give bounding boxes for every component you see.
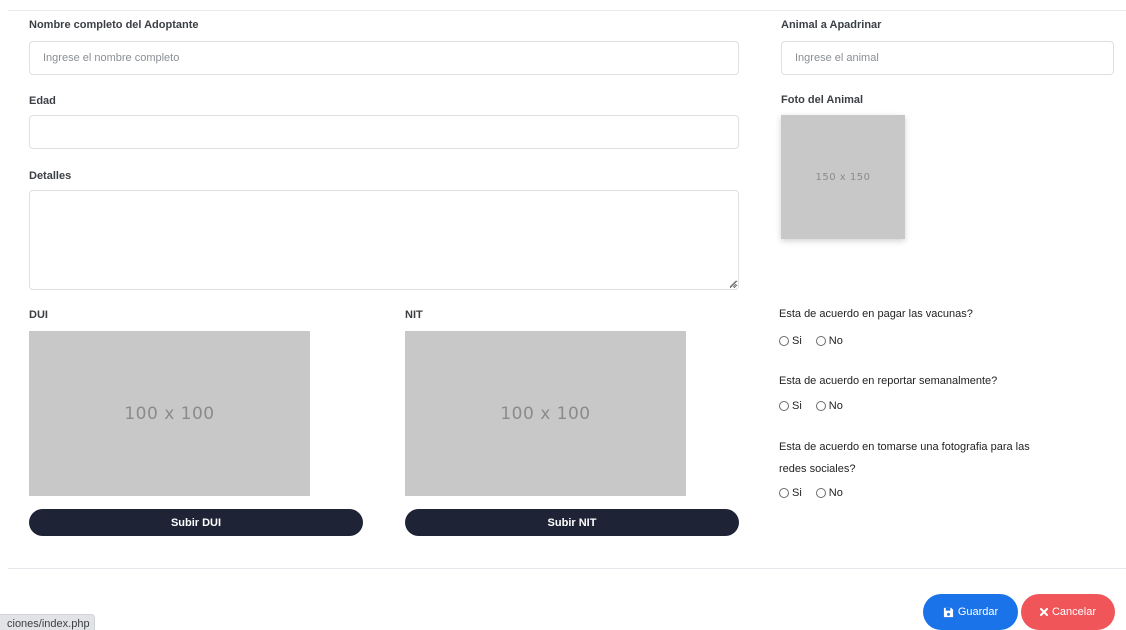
vaccines-no-option[interactable]: No	[815, 335, 843, 347]
radio-no-label: No	[828, 487, 843, 499]
question-weekly-report: Esta de acuerdo en reportar semanalmente…	[779, 375, 998, 387]
age-input[interactable]	[29, 115, 739, 149]
top-divider	[8, 10, 1126, 11]
nit-label: NIT	[405, 309, 423, 321]
radio-no-label: No	[828, 335, 843, 347]
upload-nit-button[interactable]: Subir NIT	[405, 509, 739, 536]
dui-label: DUI	[29, 309, 48, 321]
save-button-label: Guardar	[957, 606, 999, 618]
radio-icon[interactable]	[779, 336, 789, 346]
details-textarea[interactable]	[29, 190, 739, 290]
radio-yes-label: Si	[792, 400, 802, 412]
animal-label: Animal a Apadrinar	[781, 19, 882, 31]
dui-image-placeholder: 100 x 100	[29, 331, 310, 496]
cancel-button[interactable]: Cancelar	[1021, 594, 1115, 630]
radio-icon[interactable]	[815, 336, 826, 346]
radio-icon[interactable]	[815, 401, 826, 411]
question-vaccines: Esta de acuerdo en pagar las vacunas?	[779, 308, 973, 320]
weekly-report-no-option[interactable]: No	[815, 400, 843, 412]
adopter-name-input[interactable]	[29, 41, 739, 75]
cancel-button-label: Cancelar	[1051, 606, 1097, 618]
vaccines-radio-group: Si No	[779, 334, 857, 348]
weekly-report-radio-group: Si No	[779, 399, 857, 413]
animal-photo-label: Foto del Animal	[781, 94, 864, 106]
radio-no-label: No	[828, 400, 843, 412]
footer-divider	[8, 568, 1126, 569]
social-photo-yes-option[interactable]: Si	[779, 487, 802, 499]
save-button[interactable]: Guardar	[923, 594, 1018, 630]
upload-dui-button[interactable]: Subir DUI	[29, 509, 363, 536]
animal-input[interactable]	[781, 41, 1114, 75]
social-photo-radio-group: Si No	[779, 486, 857, 500]
x-icon	[1039, 608, 1048, 616]
floppy-disk-icon	[943, 607, 953, 617]
weekly-report-yes-option[interactable]: Si	[779, 400, 802, 412]
radio-icon[interactable]	[815, 488, 826, 498]
radio-yes-label: Si	[792, 335, 802, 347]
vaccines-yes-option[interactable]: Si	[779, 335, 802, 347]
question-social-photo: Esta de acuerdo en tomarse una fotografi…	[779, 441, 1030, 475]
social-photo-no-option[interactable]: No	[815, 487, 843, 499]
radio-icon[interactable]	[779, 488, 789, 498]
status-url-tooltip: ciones/index.php	[0, 614, 95, 630]
adopter-name-label: Nombre completo del Adoptante	[29, 19, 199, 31]
details-label: Detalles	[29, 170, 72, 182]
radio-icon[interactable]	[779, 401, 789, 411]
nit-image-placeholder: 100 x 100	[405, 331, 686, 496]
age-label: Edad	[29, 95, 56, 107]
animal-photo-placeholder: 150 x 150	[781, 115, 905, 239]
radio-yes-label: Si	[792, 487, 802, 499]
